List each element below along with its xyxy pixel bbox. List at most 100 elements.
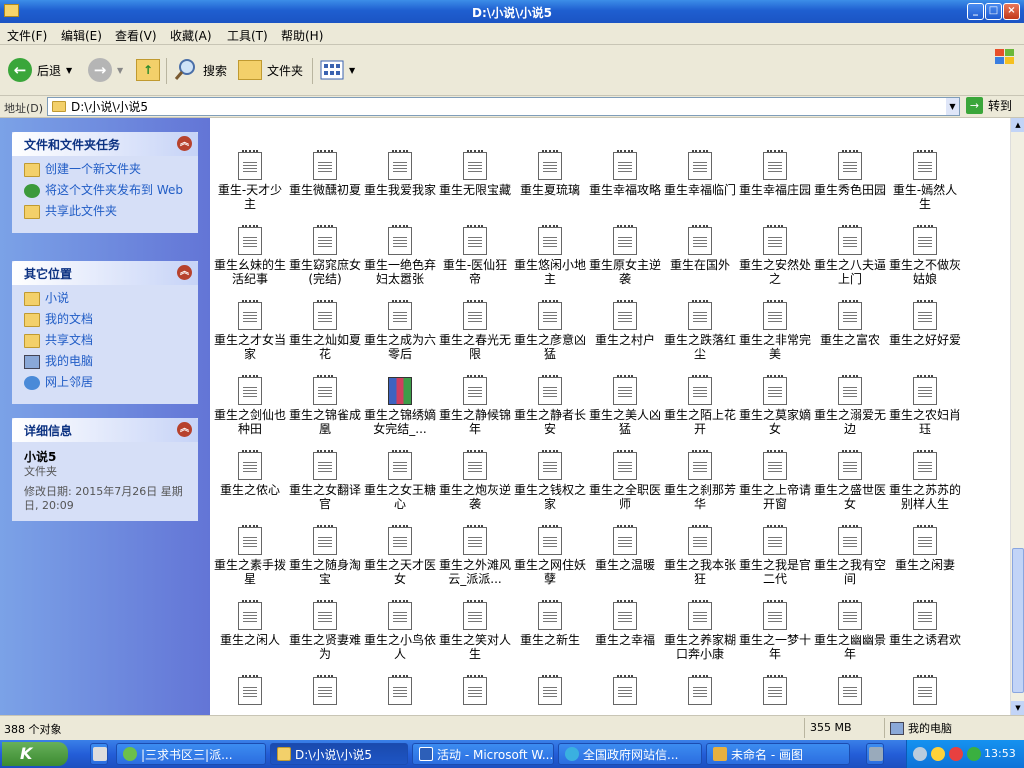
file-item[interactable]: 重生之幽幽景年 <box>812 600 888 661</box>
minimize-button[interactable]: _ <box>967 3 984 20</box>
file-item[interactable]: 重生一绝色弃妇太嚣张 <box>362 225 438 286</box>
file-item[interactable]: 重生之新生 <box>512 600 588 647</box>
file-item[interactable]: 重生之我本张狂 <box>662 525 738 586</box>
maximize-button[interactable]: □ <box>985 3 1002 20</box>
file-item[interactable]: 重生之彦意凶猛 <box>512 300 588 361</box>
file-item[interactable]: 重生之闲人 <box>212 600 288 647</box>
file-list-view[interactable]: 重生-天才少主 重生微醺初夏 重生我爱我家 重生无限宝藏 重生夏琉璃 重生幸福攻略 重生幸福… <box>210 118 1010 715</box>
file-item[interactable]: 重生之幸福 <box>587 600 663 647</box>
file-item[interactable]: 重生之天才医女 <box>362 525 438 586</box>
file-item[interactable]: 重生悠闲小地主 <box>512 225 588 286</box>
scroll-thumb[interactable] <box>1012 548 1024 693</box>
other-places-header[interactable]: 其它位置 ︽ <box>12 261 198 285</box>
file-item[interactable]: 重生之安然处之 <box>737 225 813 286</box>
file-item[interactable]: 重生之外滩风云_派派... <box>437 525 513 586</box>
file-item[interactable]: 重生幺妹的生活纪事 <box>212 225 288 286</box>
menu-file[interactable]: 文件(F) <box>7 27 47 44</box>
file-item[interactable] <box>362 675 438 708</box>
search-button[interactable]: 搜索 <box>174 56 227 84</box>
forward-button[interactable]: → ▼ <box>88 56 123 84</box>
clock[interactable]: 13:53 <box>984 747 1016 760</box>
file-item[interactable]: 重生之我有空间 <box>812 525 888 586</box>
file-item[interactable]: 重生之网住妖孽 <box>512 525 588 586</box>
file-tasks-header[interactable]: 文件和文件夹任务 ︽ <box>12 132 198 156</box>
file-item[interactable]: 重生之我是官二代 <box>737 525 813 586</box>
file-item[interactable]: 重生-嫣然人生 <box>887 150 963 211</box>
task-word[interactable]: 活动 - Microsoft W... <box>412 743 554 765</box>
file-item[interactable] <box>887 675 963 708</box>
file-item[interactable]: 重生之好好爱 <box>887 300 963 347</box>
file-item[interactable]: 重生之闲妻 <box>887 525 963 572</box>
file-item[interactable]: 重生之非常完美 <box>737 300 813 361</box>
title-bar[interactable]: D:\小说\小说5 _ □ × <box>0 0 1024 23</box>
file-item[interactable]: 重生之女王糖心 <box>362 450 438 511</box>
task-paint[interactable]: 未命名 - 画图 <box>706 743 850 765</box>
file-item[interactable]: 重生之静候锦年 <box>437 375 513 436</box>
menu-help[interactable]: 帮助(H) <box>281 27 323 44</box>
file-item[interactable]: 重生之陌上花开 <box>662 375 738 436</box>
file-item[interactable]: 重生之成为六零后 <box>362 300 438 361</box>
file-item[interactable]: 重生之农妇肖珏 <box>887 375 963 436</box>
file-item[interactable]: 重生夏琉璃 <box>512 150 588 197</box>
task-browser-2[interactable]: 全国政府网站信... <box>558 743 702 765</box>
file-item[interactable] <box>437 675 513 708</box>
file-item[interactable]: 重生之一梦十年 <box>737 600 813 661</box>
file-item[interactable]: 重生窈窕庶女(完结) <box>287 225 363 286</box>
collapse-icon[interactable]: ︽ <box>177 136 192 151</box>
file-item[interactable] <box>737 675 813 708</box>
menu-favorites[interactable]: 收藏(A) <box>170 27 212 44</box>
file-item[interactable]: 重生秀色田园 <box>812 150 888 197</box>
file-item[interactable]: 重生幸福临门 <box>662 150 738 197</box>
file-item[interactable]: 重生在国外 <box>662 225 738 272</box>
network-tray-icon[interactable] <box>913 747 927 761</box>
file-item[interactable] <box>512 675 588 708</box>
menu-tools[interactable]: 工具(T) <box>227 27 268 44</box>
place-my-documents[interactable]: 我的文档 <box>24 312 186 327</box>
file-item[interactable]: 重生之小鸟依人 <box>362 600 438 661</box>
file-item[interactable] <box>662 675 738 708</box>
file-item[interactable]: 重生之女翻译官 <box>287 450 363 511</box>
file-item[interactable]: 重生我爱我家 <box>362 150 438 197</box>
file-item[interactable]: 重生之锦雀成凰 <box>287 375 363 436</box>
file-item[interactable]: 重生之素手拨星 <box>212 525 288 586</box>
file-item[interactable]: 重生之侬心 <box>212 450 288 497</box>
folders-button[interactable]: 文件夹 <box>238 56 303 84</box>
publish-web-link[interactable]: 将这个文件夹发布到 Web <box>24 183 186 198</box>
file-item[interactable]: 重生之村户 <box>587 300 663 347</box>
quick-launch-button[interactable] <box>90 743 108 765</box>
address-input[interactable]: D:\小说\小说5 <box>47 97 960 116</box>
file-item[interactable]: 重生之盛世医女 <box>812 450 888 511</box>
file-item[interactable]: 重生原女主逆袭 <box>587 225 663 286</box>
file-item[interactable]: 重生之跌落红尘 <box>662 300 738 361</box>
file-item[interactable]: 重生-医仙狂帝 <box>437 225 513 286</box>
file-item[interactable]: 重生幸福庄园 <box>737 150 813 197</box>
scroll-down-button[interactable]: ▼ <box>1011 701 1024 715</box>
go-button[interactable]: → 转到 <box>966 97 1012 114</box>
file-item[interactable]: 重生之不做灰姑娘 <box>887 225 963 286</box>
start-button[interactable]: K <box>2 742 68 766</box>
file-item[interactable]: 重生之诱君欢 <box>887 600 963 647</box>
file-item[interactable]: 重生之上帝请开窗 <box>737 450 813 511</box>
file-item[interactable]: 重生-天才少主 <box>212 150 288 211</box>
views-button[interactable]: ▼ <box>320 56 355 84</box>
file-item[interactable] <box>287 675 363 708</box>
details-header[interactable]: 详细信息 ︽ <box>12 418 198 442</box>
file-item[interactable]: 重生之养家糊口奔小康 <box>662 600 738 661</box>
place-my-computer[interactable]: 我的电脑 <box>24 354 186 369</box>
file-item[interactable]: 重生之才女当家 <box>212 300 288 361</box>
file-item[interactable]: 重生之锦绣嫡女完结_... <box>362 377 438 436</box>
file-item[interactable]: 重生之全职医师 <box>587 450 663 511</box>
place-shared-documents[interactable]: 共享文档 <box>24 333 186 348</box>
address-dropdown-button[interactable]: ▼ <box>946 98 959 115</box>
file-item[interactable]: 重生之炮灰逆袭 <box>437 450 513 511</box>
file-item[interactable]: 重生之美人凶猛 <box>587 375 663 436</box>
vertical-scrollbar[interactable]: ▲ ▼ <box>1010 118 1024 715</box>
shield-tray-icon[interactable] <box>967 747 981 761</box>
menu-edit[interactable]: 编辑(E) <box>61 27 102 44</box>
file-item[interactable]: 重生之刹那芳华 <box>662 450 738 511</box>
place-network[interactable]: 网上邻居 <box>24 375 186 390</box>
scroll-up-button[interactable]: ▲ <box>1011 118 1024 132</box>
file-item[interactable]: 重生之剑仙也种田 <box>212 375 288 436</box>
file-item[interactable]: 重生之温暖 <box>587 525 663 572</box>
file-item[interactable]: 重生之苏苏的别样人生 <box>887 450 963 511</box>
